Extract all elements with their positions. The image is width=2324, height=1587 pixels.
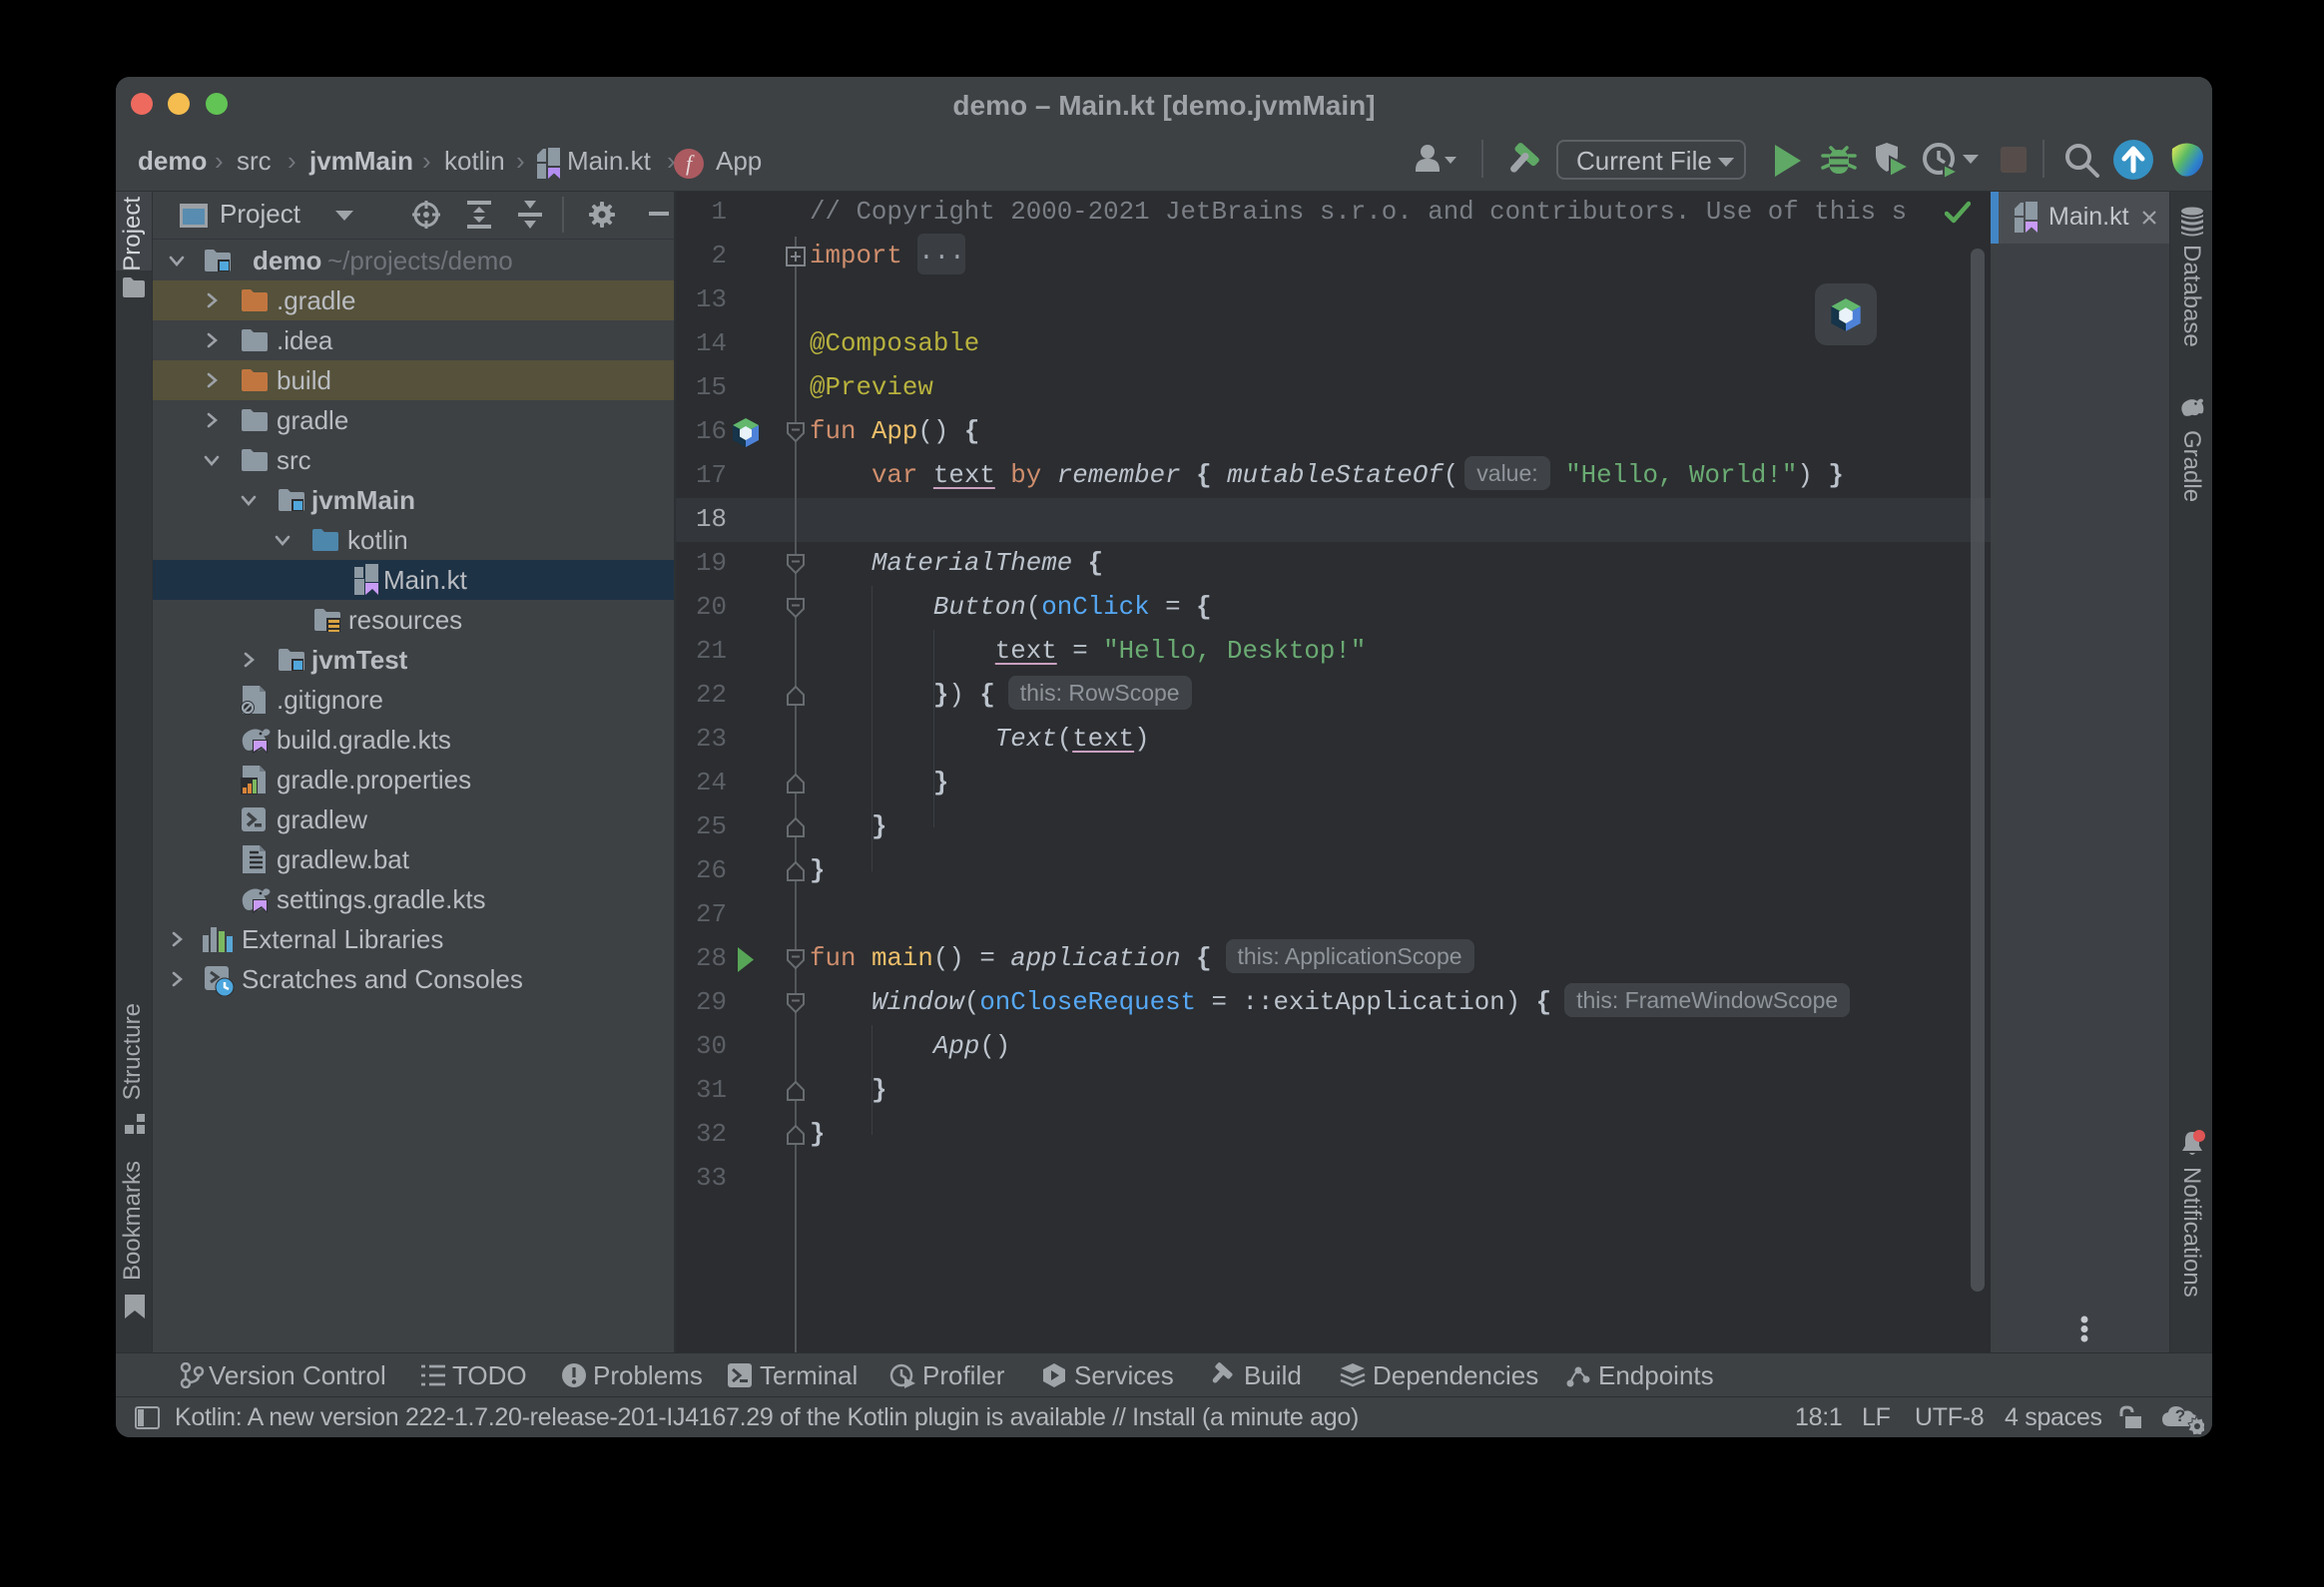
svg-text:?: ? [2175,1406,2185,1425]
